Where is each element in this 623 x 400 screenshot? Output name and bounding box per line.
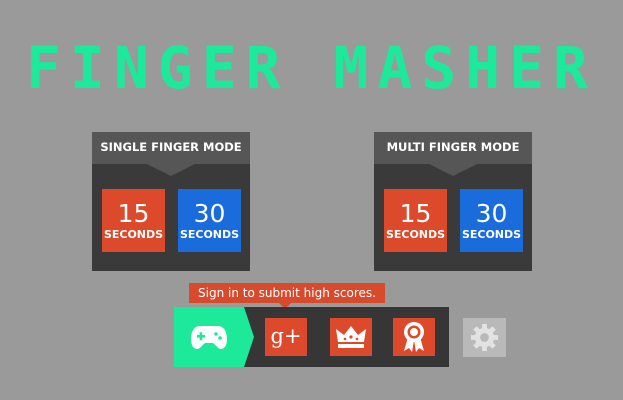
tile-unit: SECONDS <box>461 228 522 241</box>
tile-number: 15 <box>399 199 432 228</box>
single-finger-mode-heading: SINGLE FINGER MODE <box>92 132 250 176</box>
tile-number: 30 <box>475 199 508 228</box>
multi-15-seconds-button[interactable]: 15 SECONDS <box>384 189 447 252</box>
google-plus-icon: g+ <box>270 324 302 348</box>
play-games-bar: g+ <box>174 307 449 367</box>
tile-number: 30 <box>193 199 226 228</box>
settings-button[interactable] <box>463 318 506 357</box>
achievements-button[interactable] <box>393 318 435 356</box>
multi-finger-mode-heading: MULTI FINGER MODE <box>374 132 532 176</box>
gear-icon <box>470 323 499 352</box>
gamepad-icon <box>191 326 227 349</box>
play-games-button[interactable] <box>174 307 254 367</box>
award-ribbon-icon <box>404 322 424 352</box>
tile-number: 15 <box>117 199 150 228</box>
multi-finger-mode-panel: MULTI FINGER MODE 15 SECONDS 30 SECONDS <box>374 132 532 271</box>
multi-30-seconds-button[interactable]: 30 SECONDS <box>460 189 523 252</box>
tile-unit: SECONDS <box>385 228 446 241</box>
single-30-seconds-button[interactable]: 30 SECONDS <box>178 189 241 252</box>
signin-tooltip: Sign in to submit high scores. <box>189 283 385 309</box>
tile-unit: SECONDS <box>103 228 164 241</box>
google-plus-button[interactable]: g+ <box>265 318 307 356</box>
single-15-seconds-button[interactable]: 15 SECONDS <box>102 189 165 252</box>
game-title: FINGER MASHER <box>26 34 597 102</box>
leaderboard-button[interactable] <box>330 318 372 356</box>
tile-unit: SECONDS <box>179 228 240 241</box>
crown-icon <box>336 326 366 348</box>
single-finger-mode-panel: SINGLE FINGER MODE 15 SECONDS 30 SECONDS <box>92 132 250 271</box>
